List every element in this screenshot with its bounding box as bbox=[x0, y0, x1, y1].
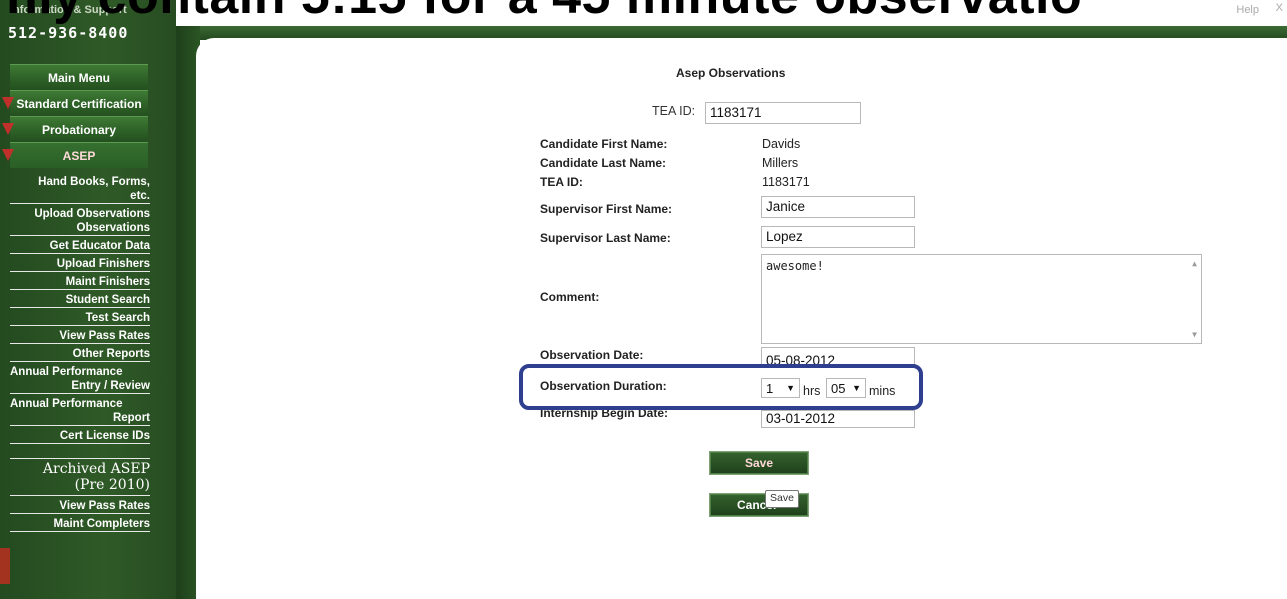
archived-asep-heading: Archived ASEP (Pre 2010) bbox=[10, 458, 150, 496]
internship-begin-date-label: Internship Begin Date: bbox=[540, 410, 669, 420]
sidebar-item-label: Cert License IDs bbox=[59, 430, 150, 442]
sidebar-item-archived-maint-completers[interactable]: Maint Completers bbox=[10, 514, 150, 532]
chevron-down-icon: ▼ bbox=[852, 383, 861, 393]
sidebar-item-upload-finishers[interactable]: Upload Finishers bbox=[10, 254, 150, 272]
duration-minutes-select[interactable]: 05 ▼ bbox=[826, 378, 866, 398]
sidebar: Information & Support 512-936-8400 Main … bbox=[0, 0, 176, 599]
duration-hours-select[interactable]: 1 ▼ bbox=[761, 378, 800, 398]
comment-text: awesome! bbox=[766, 259, 824, 273]
archived-heading-line: Archived ASEP bbox=[42, 461, 150, 477]
sidebar-item-label: Maint Completers bbox=[53, 518, 151, 530]
page-title: Asep Observations bbox=[676, 66, 786, 80]
sidebar-item-view-pass-rates[interactable]: View Pass Rates bbox=[10, 326, 150, 344]
scroll-up-icon[interactable]: ▲ bbox=[1192, 259, 1197, 268]
expand-arrow-icon bbox=[2, 123, 14, 135]
sidebar-item-label: View Pass Rates bbox=[59, 330, 150, 342]
sidebar-item-label: Annual Performance bbox=[10, 366, 123, 378]
observation-date-label: Observation Date: bbox=[540, 348, 644, 362]
chevron-down-icon: ▼ bbox=[786, 383, 795, 393]
sidebar-item-upload-observations[interactable]: Upload Observations Observations bbox=[10, 204, 150, 236]
candidate-first-name-label: Candidate First Name: bbox=[540, 137, 668, 151]
expand-arrow-icon bbox=[2, 97, 14, 109]
sidebar-item-other-reports[interactable]: Other Reports bbox=[10, 344, 150, 362]
supervisor-last-name-input[interactable]: Lopez bbox=[761, 226, 915, 248]
slide-headline: nly contain 5:15 for a 45 minute observa… bbox=[0, 0, 1287, 26]
sidebar-item-get-educator-data[interactable]: Get Educator Data bbox=[10, 236, 150, 254]
expand-arrow-icon bbox=[2, 149, 14, 161]
sidebar-item-label: Test Search bbox=[85, 312, 150, 324]
sidebar-item-label: Student Search bbox=[65, 294, 150, 306]
scroll-down-icon[interactable]: ▼ bbox=[1192, 330, 1197, 339]
menu-asep-label: ASEP bbox=[62, 148, 96, 163]
supervisor-last-name-label: Supervisor Last Name: bbox=[540, 231, 671, 245]
tea-id-search-label: TEA ID: bbox=[652, 104, 697, 118]
sidebar-item-label: Observations bbox=[76, 222, 151, 234]
internship-begin-date-input[interactable]: 03-01-2012 bbox=[761, 410, 915, 428]
sidebar-item-student-search[interactable]: Student Search bbox=[10, 290, 150, 308]
tea-id-input[interactable]: 1183171 bbox=[705, 102, 861, 124]
phone-number: 512-936-8400 bbox=[8, 24, 129, 42]
candidate-first-name-value: Davids bbox=[762, 137, 801, 151]
sidebar-item-annual-performance-report[interactable]: Annual Performance Report bbox=[10, 394, 150, 426]
hours-unit: hrs bbox=[803, 384, 821, 398]
observation-date-input[interactable]: 05-08-2012 bbox=[761, 347, 915, 366]
sidebar-item-label: Report bbox=[112, 412, 150, 424]
close-icon[interactable]: X bbox=[1276, 2, 1283, 14]
duration-minutes-value: 05 bbox=[831, 380, 846, 396]
archived-heading-line: (Pre 2010) bbox=[74, 477, 150, 493]
sidebar-menu: Main Menu Standard Certification Probati… bbox=[0, 64, 176, 532]
menu-main[interactable]: Main Menu bbox=[10, 64, 148, 90]
tea-id-label: TEA ID: bbox=[652, 104, 696, 118]
sidebar-item-label: Get Educator Data bbox=[49, 240, 150, 252]
sidebar-item-label: Entry / Review bbox=[71, 380, 150, 392]
save-button[interactable]: Save bbox=[709, 451, 809, 475]
sidebar-item-label: Maint Finishers bbox=[65, 276, 150, 288]
sidebar-item-label: Upload Finishers bbox=[56, 258, 150, 270]
candidate-last-name-label: Candidate Last Name: bbox=[540, 156, 667, 170]
decorative-block bbox=[0, 548, 10, 584]
menu-main-label: Main Menu bbox=[48, 70, 110, 85]
save-tooltip: Save bbox=[765, 490, 799, 508]
sidebar-item-archived-view-pass-rates[interactable]: View Pass Rates bbox=[10, 496, 150, 514]
sidebar-item-label: Hand Books, Forms, bbox=[38, 176, 150, 188]
tea-id-row-label: TEA ID: bbox=[540, 175, 583, 189]
candidate-last-name-value: Millers bbox=[762, 156, 799, 170]
duration-hours-value: 1 bbox=[766, 380, 774, 396]
sidebar-item-label: Annual Performance bbox=[10, 398, 123, 410]
sidebar-item-label: View Pass Rates bbox=[59, 500, 150, 512]
help-link[interactable]: Help bbox=[1236, 4, 1259, 16]
sidebar-item-label: Upload Observations bbox=[34, 208, 150, 220]
minutes-unit: mins bbox=[869, 384, 896, 398]
sidebar-item-label: Other Reports bbox=[72, 348, 150, 360]
sidebar-item-label: etc. bbox=[130, 190, 150, 202]
menu-standard-certification-label: Standard Certification bbox=[16, 96, 142, 111]
sidebar-item-annual-performance-entry[interactable]: Annual Performance Entry / Review bbox=[10, 362, 150, 394]
comment-textarea[interactable]: awesome! ▲ ▼ bbox=[761, 254, 1202, 344]
sidebar-item-cert-license-ids[interactable]: Cert License IDs bbox=[10, 426, 150, 444]
supervisor-first-name-input[interactable]: Janice bbox=[761, 196, 915, 218]
observation-duration-label: Observation Duration: bbox=[540, 379, 667, 393]
menu-asep[interactable]: ASEP bbox=[2, 142, 148, 168]
supervisor-first-name-label: Supervisor First Name: bbox=[540, 202, 673, 216]
comment-label: Comment: bbox=[540, 290, 600, 304]
menu-probationary[interactable]: Probationary bbox=[2, 116, 148, 142]
sidebar-item-handbooks[interactable]: Hand Books, Forms, etc. bbox=[10, 172, 150, 204]
sidebar-item-maint-finishers[interactable]: Maint Finishers bbox=[10, 272, 150, 290]
menu-standard-certification[interactable]: Standard Certification bbox=[2, 90, 148, 116]
menu-probationary-label: Probationary bbox=[41, 122, 116, 137]
sidebar-item-test-search[interactable]: Test Search bbox=[10, 308, 150, 326]
tea-id-row-value: 1183171 bbox=[762, 175, 810, 189]
